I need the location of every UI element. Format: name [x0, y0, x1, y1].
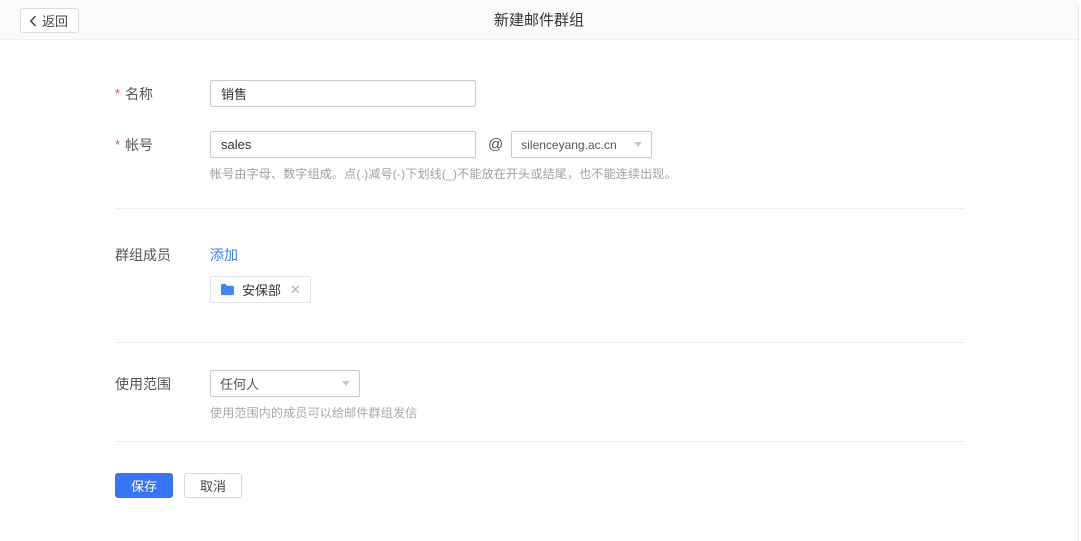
account-input[interactable]	[210, 131, 476, 158]
name-input[interactable]	[210, 80, 476, 107]
account-label: * 帐号	[115, 135, 210, 155]
back-button-label: 返回	[42, 11, 68, 30]
form-actions: 保存 取消	[115, 473, 964, 498]
topbar: 返回 新建邮件群组	[0, 0, 1078, 40]
section-divider	[115, 342, 965, 343]
member-tag-row: 安保部 ✕	[210, 276, 964, 303]
remove-member-icon[interactable]: ✕	[290, 283, 301, 296]
new-mail-group-page: 返回 新建邮件群组 * 名称 * 帐号 @ silenceyang.ac.cn	[0, 0, 1079, 541]
required-asterisk: *	[115, 137, 120, 152]
name-row: * 名称	[115, 80, 964, 107]
folder-icon	[220, 283, 242, 296]
scope-label: 使用范围	[115, 374, 210, 394]
page-title: 新建邮件群组	[0, 9, 1078, 30]
cancel-button[interactable]: 取消	[184, 473, 242, 498]
back-button[interactable]: 返回	[20, 8, 79, 33]
scope-select-value: 任何人	[220, 374, 259, 393]
member-tag-label: 安保部	[242, 280, 281, 299]
caret-down-icon	[634, 142, 642, 147]
required-asterisk: *	[115, 86, 120, 101]
add-member-link[interactable]: 添加	[210, 245, 238, 265]
members-row: 群组成员 添加	[115, 245, 964, 265]
account-row: * 帐号 @ silenceyang.ac.cn	[115, 131, 964, 158]
scope-select[interactable]: 任何人	[210, 370, 360, 397]
section-divider	[115, 208, 965, 209]
members-label: 群组成员	[115, 245, 210, 265]
member-tag: 安保部 ✕	[210, 276, 311, 303]
account-help-text: 帐号由字母、数字组成。点(.)减号(-)下划线(_)不能放在开头或结尾，也不能连…	[210, 165, 964, 182]
domain-select-value: silenceyang.ac.cn	[521, 138, 616, 152]
at-symbol: @	[488, 136, 503, 153]
caret-down-icon	[342, 381, 350, 386]
section-divider	[115, 441, 965, 442]
chevron-left-icon	[29, 15, 37, 27]
scope-row: 使用范围 任何人	[115, 370, 964, 397]
domain-select[interactable]: silenceyang.ac.cn	[511, 131, 652, 158]
scope-help-text: 使用范围内的成员可以给邮件群组发信	[210, 404, 964, 421]
name-label: * 名称	[115, 84, 210, 104]
group-form: * 名称 * 帐号 @ silenceyang.ac.cn 帐号由字母、数字组成…	[0, 80, 1078, 498]
save-button[interactable]: 保存	[115, 473, 173, 498]
